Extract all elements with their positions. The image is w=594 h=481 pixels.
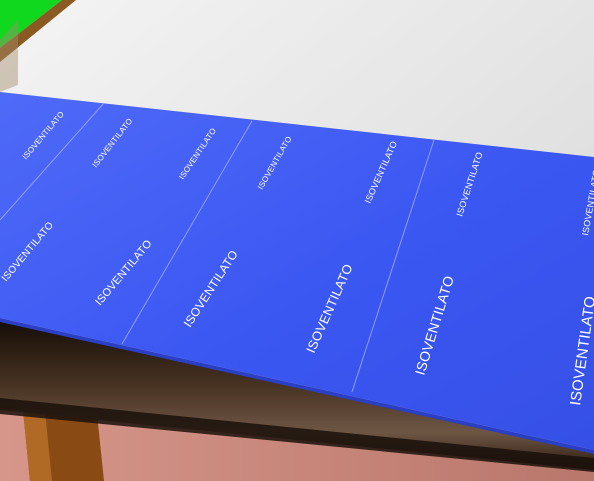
roof-panel-render: ISOVENTILATO ISOVENTILATO ISOVENTILATO I… [0,0,594,481]
render-viewport: ISOVENTILATO ISOVENTILATO ISOVENTILATO I… [0,0,594,481]
